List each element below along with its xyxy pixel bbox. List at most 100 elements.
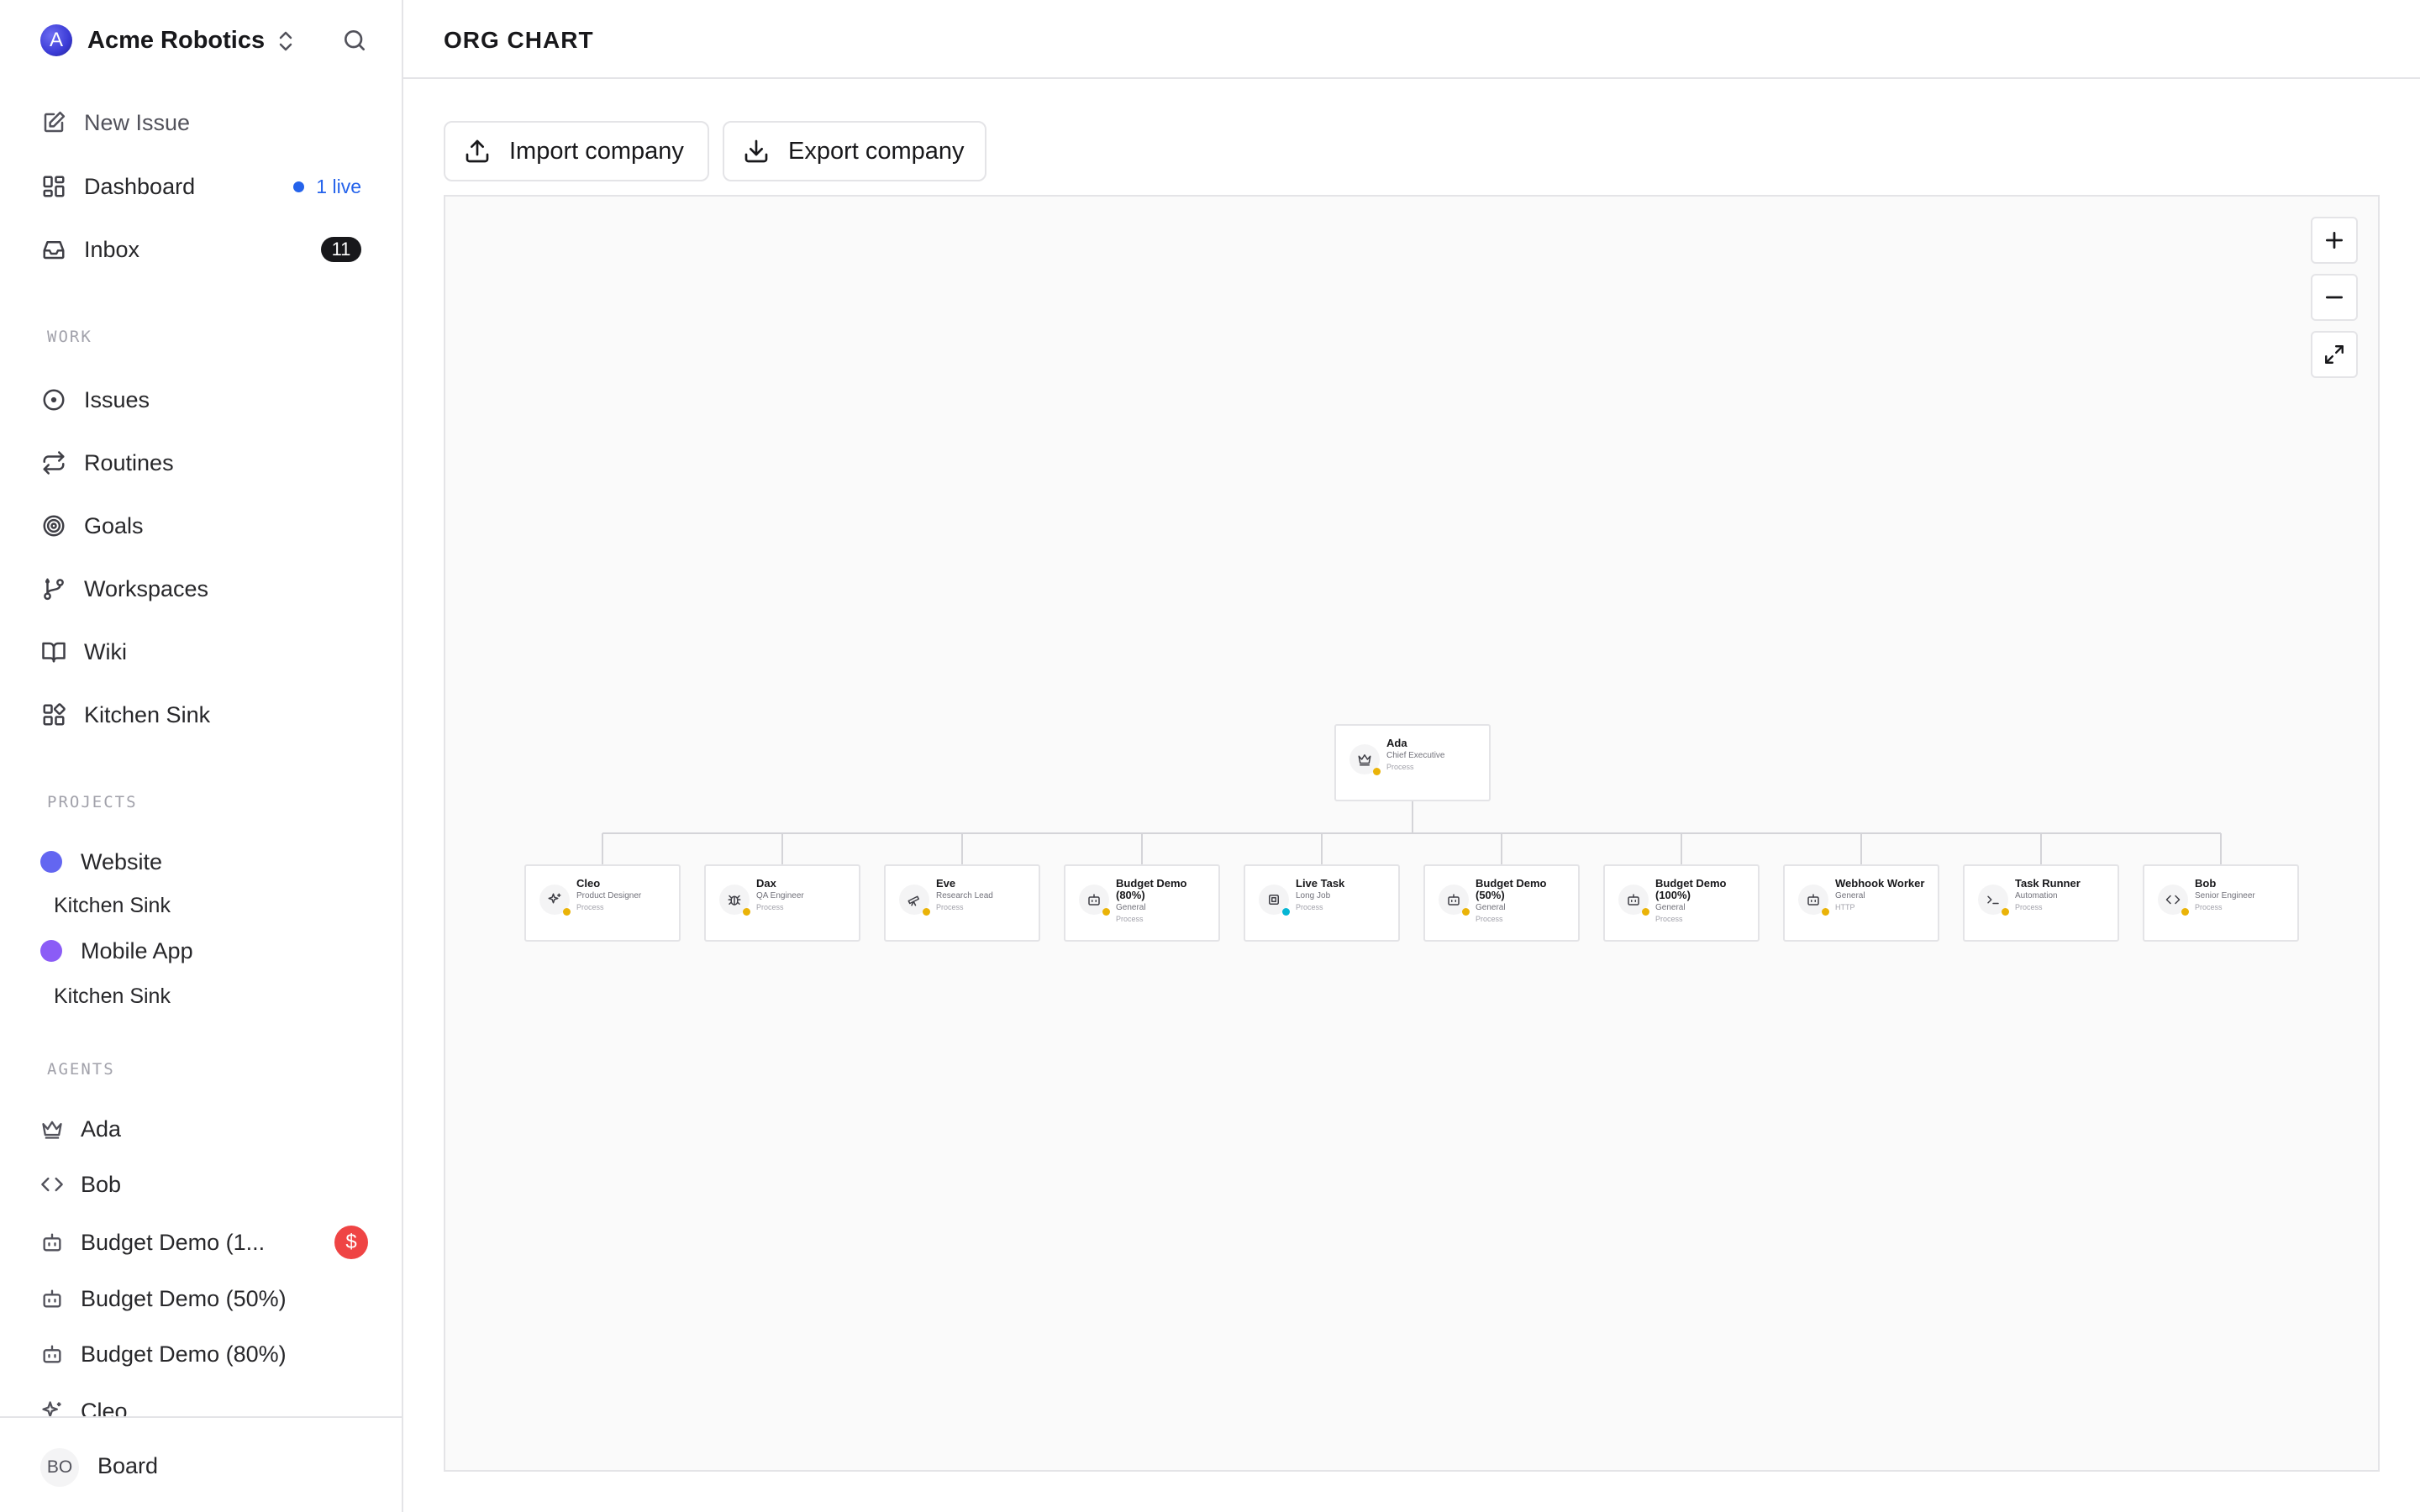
org-node-adapter: Process <box>1655 915 1683 923</box>
board-label[interactable]: Board <box>97 1453 158 1479</box>
sidebar-item-wiki[interactable]: Wiki <box>40 633 376 670</box>
zoom-out-button[interactable] <box>2311 274 2358 321</box>
workspaces-label: Workspaces <box>84 575 209 601</box>
inbox-count-badge: 11 <box>321 237 361 262</box>
sidebar-item-inbox[interactable]: Inbox 11 <box>40 231 376 268</box>
kitchen-sink-label: Kitchen Sink <box>84 701 211 727</box>
live-dot <box>293 181 305 192</box>
pencil-square-icon <box>40 109 67 136</box>
org-node-adapter: Process <box>2195 903 2223 911</box>
new-issue-button[interactable]: New Issue <box>40 104 376 141</box>
org-node-role: Chief Executive <box>1386 751 1445 760</box>
org-chart-canvas[interactable]: Ada Chief Executive Process Cleo Product Des… <box>444 195 2380 1472</box>
project-mobile-app-kitchen-sink[interactable]: Kitchen Sink <box>54 984 171 1009</box>
org-node-role: General <box>1116 903 1146 912</box>
org-node-adapter: Process <box>1296 903 1323 911</box>
agent-bob-label: Bob <box>81 1171 122 1197</box>
agents-section-label: AGENTS <box>47 1060 115 1079</box>
company-switcher[interactable]: A Acme Robotics <box>40 24 266 56</box>
org-node-role: QA Engineer <box>756 891 804 900</box>
org-node-text: Live Task Long Job Process <box>1296 878 1395 913</box>
org-node-name: Webhook Worker <box>1835 877 1925 890</box>
agent-budget-demo-80[interactable]: Budget Demo (80%) <box>40 1336 360 1373</box>
sidebar-item-kitchen-sink[interactable]: Kitchen Sink <box>40 696 376 733</box>
projects-section-label: PROJECTS <box>47 793 138 811</box>
agent-ada[interactable]: Ada <box>40 1110 360 1147</box>
budget-alert-badge: $ <box>334 1226 368 1259</box>
status-dot <box>1462 908 1470 916</box>
agent-budget-demo-100-label: Budget Demo (1... <box>81 1229 266 1255</box>
org-node-role: Research Lead <box>936 891 993 900</box>
live-indicator: 1 live <box>293 176 361 198</box>
project-mobile-app[interactable]: Mobile App <box>40 934 193 968</box>
chevron-up-down-icon[interactable] <box>276 29 296 54</box>
org-node-adapter: Process <box>936 903 964 911</box>
issues-label: Issues <box>84 386 150 412</box>
org-node-text: Budget Demo (50%) General Process <box>1476 878 1575 925</box>
org-node-adapter: Process <box>1386 763 1414 771</box>
search-icon <box>345 30 365 50</box>
fit-view-button[interactable] <box>2311 331 2358 378</box>
live-count: 1 live <box>316 175 361 197</box>
status-dot <box>1282 908 1290 916</box>
code-icon <box>40 1173 64 1196</box>
agent-budget-demo-50[interactable]: Budget Demo (50%) <box>40 1280 360 1317</box>
org-node-text: Dax QA Engineer Process <box>756 878 855 913</box>
org-node-report-7[interactable]: Webhook Worker General HTTP <box>1783 864 1939 942</box>
org-node-text: Cleo Product Designer Process <box>576 878 676 913</box>
export-company-label: Export company <box>788 137 965 165</box>
project-color-swatch <box>40 940 62 962</box>
sidebar-item-dashboard[interactable]: Dashboard 1 live <box>40 168 376 205</box>
sidebar-item-issues[interactable]: Issues <box>40 381 376 418</box>
agent-bob[interactable]: Bob <box>40 1166 360 1203</box>
inbox-icon <box>40 236 67 263</box>
inbox-label: Inbox <box>84 236 140 262</box>
goals-label: Goals <box>84 512 144 538</box>
work-section-label: WORK <box>47 328 92 346</box>
org-node-name: Task Runner <box>2015 877 2081 890</box>
sidebar: A Acme Robotics New Issue Dashboard 1 li… <box>0 0 403 1512</box>
download-icon <box>744 139 768 163</box>
org-node-adapter: Process <box>2015 903 2043 911</box>
org-node-report-2[interactable]: Eve Research Lead Process <box>884 864 1040 942</box>
org-node-report-6[interactable]: Budget Demo (100%) General Process <box>1603 864 1760 942</box>
status-dot <box>1642 908 1649 916</box>
agent-budget-demo-100[interactable]: Budget Demo (1... $ <box>40 1224 368 1261</box>
book-icon <box>40 638 67 665</box>
sidebar-item-goals[interactable]: Goals <box>40 507 376 544</box>
project-mobile-app-label: Mobile App <box>81 937 193 963</box>
export-company-button[interactable]: Export company <box>723 121 986 181</box>
project-website[interactable]: Website <box>40 845 162 879</box>
org-node-name: Dax <box>756 877 776 890</box>
agent-budget-demo-80-label: Budget Demo (80%) <box>81 1341 287 1367</box>
org-node-report-3[interactable]: Budget Demo (80%) General Process <box>1064 864 1220 942</box>
avatar[interactable]: BO <box>40 1448 79 1487</box>
org-node-text: Budget Demo (80%) General Process <box>1116 878 1215 925</box>
routines-label: Routines <box>84 449 174 475</box>
org-node-root[interactable]: Ada Chief Executive Process <box>1334 724 1491 801</box>
sidebar-item-workspaces[interactable]: Workspaces <box>40 570 376 607</box>
org-node-report-4[interactable]: Live Task Long Job Process <box>1244 864 1400 942</box>
minus-icon <box>2325 296 2344 299</box>
org-node-role: Senior Engineer <box>2195 891 2255 900</box>
org-node-text: Ada Chief Executive Process <box>1386 738 1486 773</box>
circle-dot-icon <box>40 386 67 413</box>
org-chart-connectors <box>602 801 2222 864</box>
project-website-kitchen-sink[interactable]: Kitchen Sink <box>54 894 171 918</box>
zoom-in-button[interactable] <box>2311 217 2358 264</box>
org-node-text: Budget Demo (100%) General Process <box>1655 878 1754 925</box>
org-node-report-8[interactable]: Task Runner Automation Process <box>1963 864 2119 942</box>
crown-icon <box>40 1117 64 1141</box>
sidebar-item-routines[interactable]: Routines <box>40 444 376 481</box>
dashboard-grid-icon <box>40 173 67 200</box>
company-name: Acme Robotics <box>87 26 266 54</box>
project-color-swatch <box>40 851 62 873</box>
import-company-button[interactable]: Import company <box>444 121 709 181</box>
org-node-report-9[interactable]: Bob Senior Engineer Process <box>2143 864 2299 942</box>
top-bar: ORG CHART <box>403 0 2420 79</box>
bot-icon <box>40 1287 64 1310</box>
org-node-report-1[interactable]: Dax QA Engineer Process <box>704 864 860 942</box>
org-node-report-5[interactable]: Budget Demo (50%) General Process <box>1423 864 1580 942</box>
search-button[interactable] <box>338 24 371 57</box>
org-node-report-0[interactable]: Cleo Product Designer Process <box>524 864 681 942</box>
